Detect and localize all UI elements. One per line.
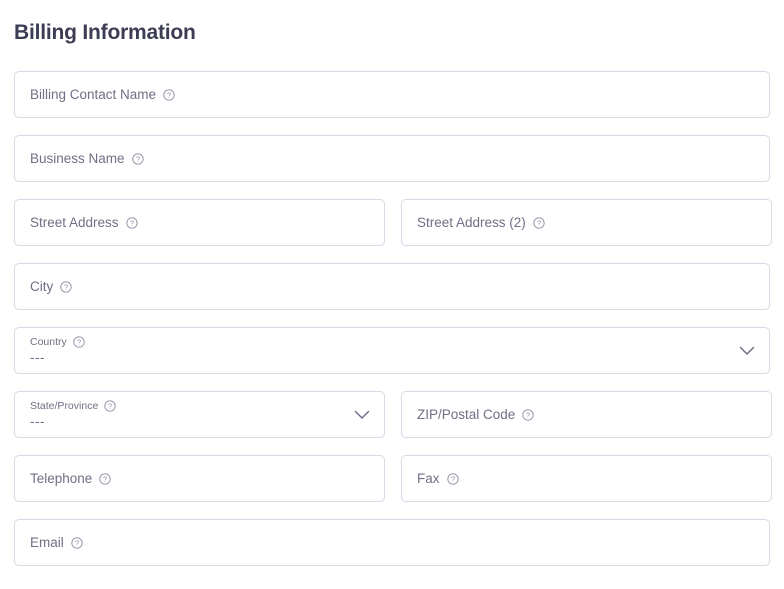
help-circle-icon[interactable]: ? <box>71 536 83 549</box>
select-country[interactable]: Country? --- <box>14 327 770 374</box>
street-address-2-placeholder: Street Address (2)? <box>417 214 756 232</box>
billing-information-page: Billing Information Billing Contact Name… <box>0 0 784 589</box>
svg-text:?: ? <box>526 410 530 419</box>
form-row: Country? --- <box>14 327 770 374</box>
country-label-text: Country <box>30 335 67 348</box>
city-placeholder: City? <box>30 278 754 296</box>
form-row: Street Address? Street Address (2)? <box>14 199 772 246</box>
input-billing-contact-name[interactable]: Billing Contact Name? <box>14 71 770 118</box>
state-province-label: State/Province? <box>30 400 369 413</box>
form-row: State/Province? --- ZIP/Postal Code? <box>14 391 772 438</box>
fax-placeholder-text: Fax <box>417 470 440 486</box>
state-province-label-text: State/Province <box>30 399 99 412</box>
country-value: --- <box>30 349 45 365</box>
svg-text:?: ? <box>75 538 79 547</box>
help-circle-icon[interactable]: ? <box>104 400 116 412</box>
business-name-placeholder-text: Business Name <box>30 150 125 166</box>
telephone-placeholder: Telephone? <box>30 470 369 488</box>
svg-text:?: ? <box>537 218 541 227</box>
street-address-placeholder-text: Street Address <box>30 214 119 230</box>
business-name-placeholder: Business Name? <box>30 150 754 168</box>
input-email[interactable]: Email? <box>14 519 770 566</box>
street-address-placeholder: Street Address? <box>30 214 369 232</box>
input-fax[interactable]: Fax? <box>401 455 772 502</box>
help-circle-icon[interactable]: ? <box>60 280 72 293</box>
email-placeholder-text: Email <box>30 534 64 550</box>
svg-text:?: ? <box>64 282 68 291</box>
help-circle-icon[interactable]: ? <box>446 472 459 485</box>
billing-form: Billing Contact Name? Business Name? Stree… <box>14 71 772 566</box>
form-row: City? <box>14 263 770 310</box>
street-address-2-placeholder-text: Street Address (2) <box>417 214 526 230</box>
svg-text:?: ? <box>130 218 134 227</box>
chevron-down-icon[interactable] <box>739 346 755 356</box>
input-business-name[interactable]: Business Name? <box>14 135 770 182</box>
input-telephone[interactable]: Telephone? <box>14 455 385 502</box>
help-circle-icon[interactable]: ? <box>522 408 534 421</box>
input-street-address[interactable]: Street Address? <box>14 199 385 246</box>
help-circle-icon[interactable]: ? <box>533 216 545 229</box>
svg-text:?: ? <box>135 154 139 163</box>
svg-text:?: ? <box>108 402 112 411</box>
email-placeholder: Email? <box>30 534 754 552</box>
billing-contact-name-placeholder: Billing Contact Name? <box>30 86 754 104</box>
zip-postal-code-placeholder: ZIP/Postal Code? <box>417 406 756 424</box>
select-state-province[interactable]: State/Province? --- <box>14 391 385 438</box>
city-placeholder-text: City <box>30 278 54 294</box>
svg-text:?: ? <box>77 338 81 347</box>
form-row: Email? <box>14 519 770 566</box>
page-title: Billing Information <box>14 21 196 44</box>
input-zip-postal-code[interactable]: ZIP/Postal Code? <box>401 391 772 438</box>
state-province-value: --- <box>30 413 45 429</box>
help-circle-icon[interactable]: ? <box>73 336 85 348</box>
billing-contact-name-placeholder-text: Billing Contact Name <box>30 86 157 102</box>
help-circle-icon[interactable]: ? <box>131 152 144 165</box>
svg-text:?: ? <box>167 90 171 99</box>
svg-text:?: ? <box>103 474 107 483</box>
form-row: Telephone? Fax? <box>14 455 772 502</box>
zip-postal-code-placeholder-text: ZIP/Postal Code <box>417 406 516 422</box>
chevron-down-icon[interactable] <box>354 410 370 420</box>
country-label: Country? <box>30 336 754 349</box>
input-city[interactable]: City? <box>14 263 770 310</box>
help-circle-icon[interactable]: ? <box>163 88 175 101</box>
help-circle-icon[interactable]: ? <box>99 472 111 485</box>
form-row: Billing Contact Name? <box>14 71 770 118</box>
telephone-placeholder-text: Telephone <box>30 470 93 486</box>
help-circle-icon[interactable]: ? <box>125 216 138 229</box>
svg-text:?: ? <box>450 474 454 483</box>
form-row: Business Name? <box>14 135 770 182</box>
fax-placeholder: Fax? <box>417 470 756 488</box>
input-street-address-2[interactable]: Street Address (2)? <box>401 199 772 246</box>
